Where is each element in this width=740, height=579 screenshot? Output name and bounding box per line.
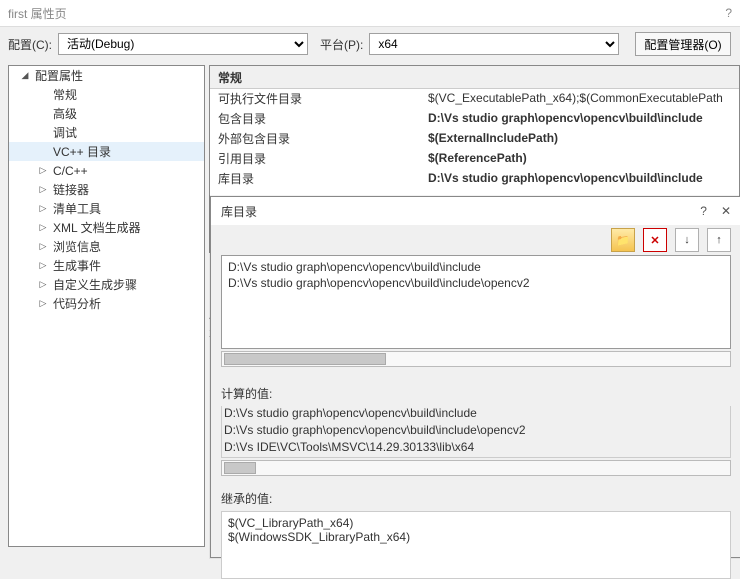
- dialog-help-icon[interactable]: ?: [700, 204, 707, 218]
- grid-section-header[interactable]: 常规: [210, 66, 739, 89]
- dialog-titlebar: 库目录 ? ✕: [211, 197, 740, 225]
- tree-item-buildevents[interactable]: ▷生成事件: [9, 256, 204, 275]
- move-down-icon[interactable]: ↓: [675, 228, 699, 252]
- titlebar: first 属性页 ?: [0, 0, 740, 27]
- chevron-right-icon[interactable]: ▷: [37, 222, 49, 234]
- dialog-toolbar: 📁 ✕ ↓ ↑: [211, 225, 740, 255]
- tree-root[interactable]: ◢ 配置属性: [9, 66, 204, 85]
- chevron-right-icon[interactable]: ▷: [37, 279, 49, 291]
- dialog-title-text: 库目录: [221, 203, 257, 220]
- help-icon[interactable]: ?: [725, 6, 732, 20]
- scrollbar-thumb[interactable]: [224, 353, 386, 365]
- tree-item-browse[interactable]: ▷浏览信息: [9, 237, 204, 256]
- grid-row[interactable]: 引用目录$(ReferencePath): [210, 148, 739, 168]
- tree-item-general[interactable]: 常规: [9, 85, 204, 104]
- config-manager-button[interactable]: 配置管理器(O): [635, 32, 730, 56]
- entries-list[interactable]: D:\Vs studio graph\opencv\opencv\build\i…: [221, 255, 731, 349]
- inherited-section: 继承的值: $(VC_LibraryPath_x64) $(WindowsSDK…: [221, 490, 731, 579]
- library-dirs-dialog: 库目录 ? ✕ 📁 ✕ ↓ ↑ D:\Vs studio graph\openc…: [210, 196, 740, 558]
- inherited-header: 继承的值:: [221, 490, 731, 507]
- computed-value: D:\Vs IDE\VC\Tools\MSVC\14.29.30133\lib\…: [224, 440, 728, 457]
- grid-row[interactable]: 可执行文件目录$(VC_ExecutablePath_x64);$(Common…: [210, 88, 739, 108]
- platform-select[interactable]: x64: [369, 33, 619, 55]
- platform-label: 平台(P):: [320, 36, 363, 53]
- config-select[interactable]: 活动(Debug): [58, 33, 308, 55]
- tree-item-manifest[interactable]: ▷清单工具: [9, 199, 204, 218]
- computed-section: 计算的值: D:\Vs studio graph\opencv\opencv\b…: [221, 385, 731, 476]
- dialog-close-icon[interactable]: ✕: [721, 204, 731, 218]
- grid-row[interactable]: 库目录D:\Vs studio graph\opencv\opencv\buil…: [210, 168, 739, 188]
- computed-header: 计算的值:: [221, 385, 731, 402]
- chevron-right-icon[interactable]: ▷: [37, 241, 49, 253]
- tree-item-advanced[interactable]: 高级: [9, 104, 204, 123]
- toolbar: 配置(C): 活动(Debug) 平台(P): x64 配置管理器(O): [0, 27, 740, 61]
- tree-item-codeanalysis[interactable]: ▷代码分析: [9, 294, 204, 313]
- chevron-right-icon[interactable]: ▷: [37, 298, 49, 310]
- move-up-icon[interactable]: ↑: [707, 228, 731, 252]
- computed-hscroll[interactable]: [221, 460, 731, 476]
- computed-value: D:\Vs studio graph\opencv\opencv\build\i…: [224, 406, 728, 423]
- tree-item-custombuild[interactable]: ▷自定义生成步骤: [9, 275, 204, 294]
- list-item[interactable]: D:\Vs studio graph\opencv\opencv\build\i…: [228, 260, 724, 276]
- expander-icon[interactable]: ◢: [19, 70, 31, 82]
- inherited-value: $(VC_LibraryPath_x64): [228, 516, 724, 530]
- chevron-right-icon[interactable]: ▷: [37, 184, 49, 196]
- scrollbar-thumb[interactable]: [224, 462, 256, 474]
- grid-row[interactable]: 包含目录D:\Vs studio graph\opencv\opencv\bui…: [210, 108, 739, 128]
- grid-row[interactable]: 外部包含目录$(ExternalIncludePath): [210, 128, 739, 148]
- window-title: first 属性页: [8, 5, 67, 22]
- tree-item-linker[interactable]: ▷链接器: [9, 180, 204, 199]
- chevron-right-icon[interactable]: ▷: [37, 260, 49, 272]
- chevron-right-icon[interactable]: ▷: [37, 203, 49, 215]
- entries-hscroll[interactable]: [221, 351, 731, 367]
- config-tree[interactable]: ◢ 配置属性 常规 高级 调试 VC++ 目录 ▷C/C++ ▷链接器 ▷清单工…: [8, 65, 205, 547]
- list-item[interactable]: D:\Vs studio graph\opencv\opencv\build\i…: [228, 276, 724, 292]
- tree-item-debug[interactable]: 调试: [9, 123, 204, 142]
- computed-value: D:\Vs studio graph\opencv\opencv\build\i…: [224, 423, 728, 440]
- inherited-value: $(WindowsSDK_LibraryPath_x64): [228, 530, 724, 544]
- tree-item-xmldoc[interactable]: ▷XML 文档生成器: [9, 218, 204, 237]
- tree-item-ccpp[interactable]: ▷C/C++: [9, 161, 204, 180]
- chevron-right-icon[interactable]: ▷: [37, 165, 49, 177]
- newline-folder-icon[interactable]: 📁: [611, 228, 635, 252]
- delete-entry-icon[interactable]: ✕: [643, 228, 667, 252]
- tree-item-vc-dirs[interactable]: VC++ 目录: [9, 142, 204, 161]
- config-label: 配置(C):: [8, 36, 52, 53]
